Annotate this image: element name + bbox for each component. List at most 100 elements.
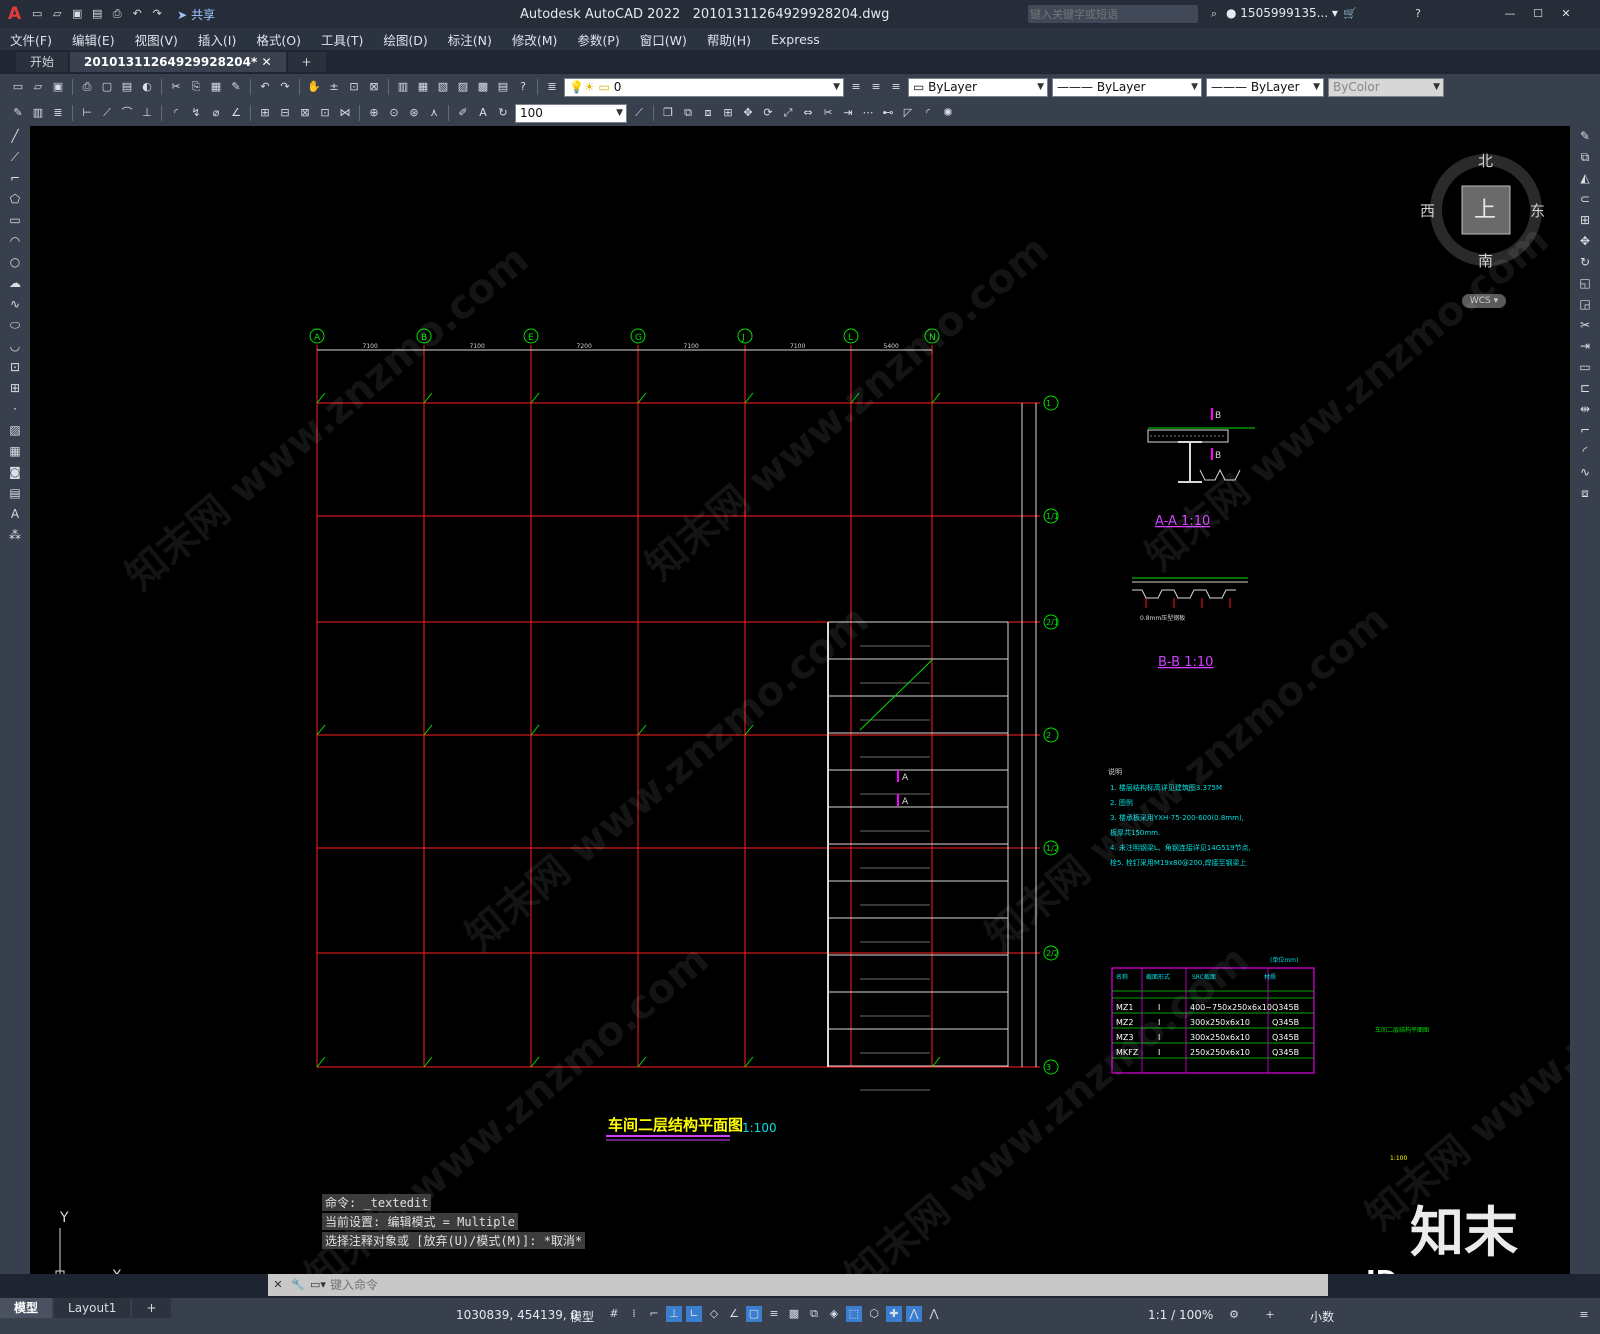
fillet-icon[interactable]: ◜ — [1570, 441, 1600, 462]
design-center-icon[interactable]: ▦ — [415, 79, 431, 95]
polygon-icon[interactable]: ⬠ — [0, 189, 30, 210]
help-tb-icon[interactable]: ? — [515, 79, 531, 95]
lineweight-dropdown[interactable]: ——— ByLayer ▼ — [1206, 77, 1324, 97]
dim-ordinate-icon[interactable]: ⊥ — [139, 105, 155, 121]
array-icon[interactable]: ⊞ — [1570, 210, 1600, 231]
dim-edit-icon[interactable]: ✐ — [455, 105, 471, 121]
scale-icon[interactable]: ◱ — [1570, 273, 1600, 294]
open-file-icon[interactable]: ▱ — [49, 6, 65, 22]
draw-tool-icon[interactable]: ✎ — [10, 105, 26, 121]
undo-icon[interactable]: ↶ — [129, 6, 145, 22]
qdim-icon[interactable]: ⊞ — [257, 105, 273, 121]
dim-space-icon[interactable]: ⊡ — [317, 105, 333, 121]
modify-move-icon[interactable]: ✥ — [740, 105, 756, 121]
redo-icon[interactable]: ↷ — [149, 6, 165, 22]
arc-icon[interactable]: ◠ — [0, 231, 30, 252]
menu-file[interactable]: 文件(F) — [0, 30, 62, 49]
menu-insert[interactable]: 插入(I) — [188, 30, 246, 49]
revcloud-icon[interactable]: ☁ — [0, 273, 30, 294]
join-icon[interactable]: ⇹ — [1570, 399, 1600, 420]
modify-stretch-icon[interactable]: ⇔ — [800, 105, 816, 121]
tab-start[interactable]: 开始 — [16, 52, 69, 72]
otrack-icon[interactable]: ∠ — [726, 1306, 742, 1322]
selection-cycling-icon[interactable]: ⧉ — [806, 1306, 822, 1322]
gradient-icon[interactable]: ▦ — [0, 441, 30, 462]
mirror-icon[interactable]: ◭ — [1570, 168, 1600, 189]
lineweight-icon[interactable]: ≡ — [766, 1306, 782, 1322]
explode-icon[interactable]: ⧈ — [1570, 483, 1600, 504]
dim-baseline-icon[interactable]: ⊟ — [277, 105, 293, 121]
dim-arc-icon[interactable]: ⌒ — [119, 105, 135, 121]
customization-icon[interactable]: ≡ — [1576, 1307, 1592, 1323]
3d-icon[interactable]: ◐ — [139, 79, 155, 95]
new-tab-button[interactable]: + — [287, 52, 326, 72]
open-icon[interactable]: ▱ — [30, 79, 46, 95]
zoom-realtime-icon[interactable]: ± — [326, 79, 342, 95]
tab-active-drawing[interactable]: 20101311264929928204* ✕ — [70, 52, 286, 72]
layer-properties-icon[interactable]: ≣ — [544, 79, 560, 95]
pan-icon[interactable]: ✋ — [306, 79, 322, 95]
trim-icon[interactable]: ✂ — [1570, 315, 1600, 336]
modify-rotate-icon[interactable]: ⟳ — [760, 105, 776, 121]
spline-icon[interactable]: ∿ — [0, 294, 30, 315]
plotstyle-dropdown[interactable]: ByColor ▼ — [1328, 77, 1444, 97]
menu-view[interactable]: 视图(V) — [125, 30, 188, 49]
dim-style-icon[interactable]: ⟋ — [631, 105, 647, 121]
viewcube[interactable]: 上 北 南 西 东 WCS ▾ — [1420, 150, 1546, 330]
grid-icon[interactable]: # — [606, 1306, 622, 1322]
modify-trim-icon[interactable]: ✂ — [820, 105, 836, 121]
paste-icon[interactable]: ▦ — [208, 79, 224, 95]
preview-icon[interactable]: ▢ — [99, 79, 115, 95]
units-display[interactable]: 小数 — [1310, 1308, 1334, 1325]
erase-icon[interactable]: ✎ — [1570, 126, 1600, 147]
close-icon[interactable]: ✕ — [1558, 6, 1574, 22]
cad-drawing[interactable]: A B E G J L N 7100 7100 7200 7100 7100 5400 1 1/1 2/1 2 1… — [30, 126, 1570, 1274]
copy-icon[interactable]: ⎘ — [188, 79, 204, 95]
inspect-icon[interactable]: ⊛ — [406, 105, 422, 121]
dim-aligned-icon[interactable]: ⟋ — [99, 105, 115, 121]
dim-jogged-icon[interactable]: ↯ — [188, 105, 204, 121]
gizmo-icon[interactable]: ✚ — [886, 1306, 902, 1322]
offset-icon[interactable]: ⊂ — [1570, 189, 1600, 210]
ellipse-icon[interactable]: ⬭ — [0, 315, 30, 336]
zoom-previous-icon[interactable]: ⊠ — [366, 79, 382, 95]
model-space-button[interactable]: 模型 — [570, 1308, 594, 1325]
publish-icon[interactable]: ▤ — [119, 79, 135, 95]
polar-icon[interactable]: ∟ — [686, 1306, 702, 1322]
modify-break-icon[interactable]: ⋯ — [860, 105, 876, 121]
tool-palettes-icon[interactable]: ▧ — [435, 79, 451, 95]
menu-draw[interactable]: 绘图(D) — [373, 30, 437, 49]
move-icon[interactable]: ✥ — [1570, 231, 1600, 252]
modify-scale-icon[interactable]: ⤢ — [780, 105, 796, 121]
dim-continue-icon[interactable]: ⊠ — [297, 105, 313, 121]
make-block-icon[interactable]: ⊞ — [0, 378, 30, 399]
center-mark-icon[interactable]: ⊙ — [386, 105, 402, 121]
save-as-icon[interactable]: ▤ — [89, 6, 105, 22]
dim-update-icon[interactable]: ↻ — [495, 105, 511, 121]
menu-parametric[interactable]: 参数(P) — [567, 30, 629, 49]
line-icon[interactable]: ╱ — [0, 126, 30, 147]
break-at-point-icon[interactable]: ▭ — [1570, 357, 1600, 378]
isodraft-icon[interactable]: ◇ — [706, 1306, 722, 1322]
region-icon[interactable]: ◙ — [0, 462, 30, 483]
save-icon[interactable]: ▣ — [69, 6, 85, 22]
annotation-monitor-icon[interactable]: + — [1262, 1307, 1278, 1323]
stretch-icon[interactable]: ◲ — [1570, 294, 1600, 315]
maximize-icon[interactable]: ☐ — [1530, 6, 1546, 22]
autocad-logo[interactable]: A — [8, 4, 21, 24]
annotation-autoscale-icon[interactable]: ⋀ — [926, 1306, 942, 1322]
layer-previous-icon[interactable]: ≡ — [868, 79, 884, 95]
search-box[interactable] — [1028, 5, 1198, 23]
construction-line-icon[interactable]: ⟋ — [0, 147, 30, 168]
dim-radius-icon[interactable]: ◜ — [168, 105, 184, 121]
compass-north[interactable]: 北 — [1478, 150, 1493, 171]
wcs-menu[interactable]: WCS ▾ — [1462, 294, 1506, 308]
modify-array-icon[interactable]: ⊞ — [720, 105, 736, 121]
search-icon[interactable]: ⌕ — [1206, 6, 1222, 22]
blend-icon[interactable]: ∿ — [1570, 462, 1600, 483]
dynamic-ucs-icon[interactable]: ⬚ — [846, 1306, 862, 1322]
dim-diameter-icon[interactable]: ⌀ — [208, 105, 224, 121]
hatch-icon[interactable]: ▨ — [0, 420, 30, 441]
markup-icon[interactable]: ▩ — [475, 79, 491, 95]
menu-window[interactable]: 窗口(W) — [630, 30, 697, 49]
